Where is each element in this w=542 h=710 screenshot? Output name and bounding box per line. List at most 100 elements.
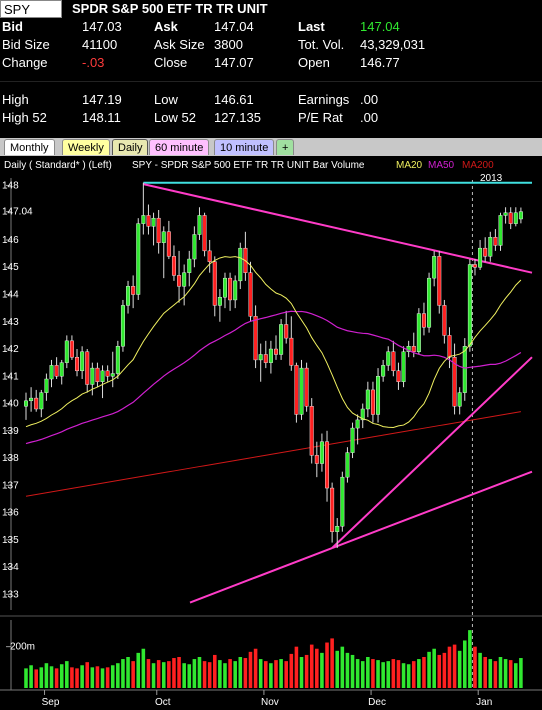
candle-body (233, 280, 238, 301)
volume-bar (202, 661, 207, 688)
candle-body (427, 277, 432, 328)
candle-body (95, 367, 100, 382)
volume-bar (187, 664, 192, 688)
volume-bar (264, 661, 268, 688)
chart-panel[interactable]: 133 134 135 136 137 138 139 140 141 142 143 144 145 1… (0, 158, 542, 710)
volume-bar (110, 665, 115, 688)
volume-bar (304, 654, 309, 688)
candle-body (330, 487, 335, 532)
y-tick-label: 145 (2, 262, 19, 273)
candle-body (335, 526, 340, 532)
candle-body (381, 365, 386, 377)
volume-bar (355, 659, 360, 688)
volume-bar (340, 646, 345, 688)
volume-bar (299, 657, 304, 688)
candle-body (141, 215, 146, 224)
price-chart[interactable]: 133 134 135 136 137 138 139 140 141 142 143 144 145 1… (0, 158, 542, 710)
candle-body (386, 351, 391, 366)
volume-bar (488, 659, 493, 688)
candle-body (299, 367, 304, 415)
security-name: SPDR S&P 500 ETF TR TR UNIT (72, 1, 268, 16)
volume-bar (258, 659, 263, 688)
tab-daily[interactable]: Daily (112, 139, 149, 155)
candle-body (457, 392, 462, 407)
volume-bar (503, 659, 508, 688)
tab-10-minute[interactable]: 10 minute (214, 139, 275, 155)
candle-body (248, 272, 253, 317)
quote-value: 147.03 (82, 19, 122, 34)
volume-bar (126, 657, 130, 688)
candle-body (340, 476, 345, 527)
quote-label: High (2, 92, 29, 107)
volume-bar (432, 648, 436, 688)
volume-bar (182, 663, 186, 688)
quote-panel: SPY SPDR S&P 500 ETF TR TR UNIT Bid 147.0… (0, 0, 542, 128)
volume-bar (59, 664, 64, 688)
candle-body (401, 351, 406, 382)
timeframe-tabs: Monthly Weekly Daily 60 minute 10 minute + (0, 138, 542, 156)
volume-bar (156, 660, 161, 688)
quote-label: Last (298, 19, 325, 34)
quote-label: Open (298, 55, 330, 70)
candle-body (39, 392, 44, 410)
volume-bar (294, 646, 299, 688)
candle-body (156, 217, 161, 243)
legend-ma200: MA200 (462, 160, 494, 171)
volume-bar (473, 646, 477, 688)
volume-bar (483, 657, 487, 688)
candle-body (437, 256, 442, 306)
volume-bar (330, 638, 334, 688)
volume-bar (151, 663, 156, 688)
candle-body (75, 356, 80, 372)
candle-body (151, 217, 156, 227)
volume-bar (279, 659, 283, 688)
y-tick-label: 140 (2, 399, 19, 410)
candle-body (90, 367, 95, 385)
volume-bar (24, 668, 28, 688)
legend-ma50: MA50 (428, 160, 455, 171)
candle-body (462, 346, 467, 393)
candle-body (120, 305, 125, 347)
x-tick-label: Nov (261, 697, 279, 708)
y-tick-label: 135 (2, 535, 19, 546)
volume-bar (105, 667, 110, 688)
candle-body (136, 223, 141, 295)
quote-label: Ask (154, 19, 178, 34)
candle-body (355, 419, 360, 429)
candle-body (263, 354, 268, 363)
y-tick-label: 136 (2, 508, 19, 519)
candle-body (146, 215, 151, 227)
candle-body (222, 277, 227, 298)
volume-bar (274, 660, 278, 688)
symbol-input[interactable]: SPY (0, 0, 62, 18)
volume-bar (452, 644, 457, 688)
candle-body (309, 406, 314, 456)
candle-body (166, 231, 171, 257)
tab-60-minute[interactable]: 60 minute (149, 139, 210, 155)
candle-body (503, 212, 508, 216)
candle-body (488, 237, 493, 257)
tab-monthly[interactable]: Monthly (4, 139, 55, 155)
tab-weekly[interactable]: Weekly (62, 139, 110, 155)
volume-bar (406, 664, 411, 688)
volume-bar (90, 667, 95, 688)
volume-bar (360, 661, 365, 688)
quote-divider (0, 81, 542, 82)
volume-bar (212, 654, 217, 688)
volume-bar (269, 663, 273, 688)
volume-bar (468, 630, 472, 688)
quote-value: 147.04 (214, 19, 254, 34)
volume-bar (350, 654, 355, 688)
volume-bar (131, 661, 135, 688)
tab-[interactable]: + (276, 139, 295, 155)
volume-bar (141, 648, 146, 688)
x-tick-label: Jan (476, 697, 492, 708)
chart-title: SPY - SPDR S&P 500 ETF TR TR UNIT Bar Vo… (132, 160, 365, 171)
volume-bar (65, 661, 69, 688)
y-tick-label: 141 (2, 371, 19, 382)
candle-body (376, 376, 381, 415)
volume-bar (116, 663, 120, 688)
candle-body (396, 370, 401, 382)
volume-bar (289, 653, 294, 688)
quote-label: High 52 (2, 110, 47, 125)
